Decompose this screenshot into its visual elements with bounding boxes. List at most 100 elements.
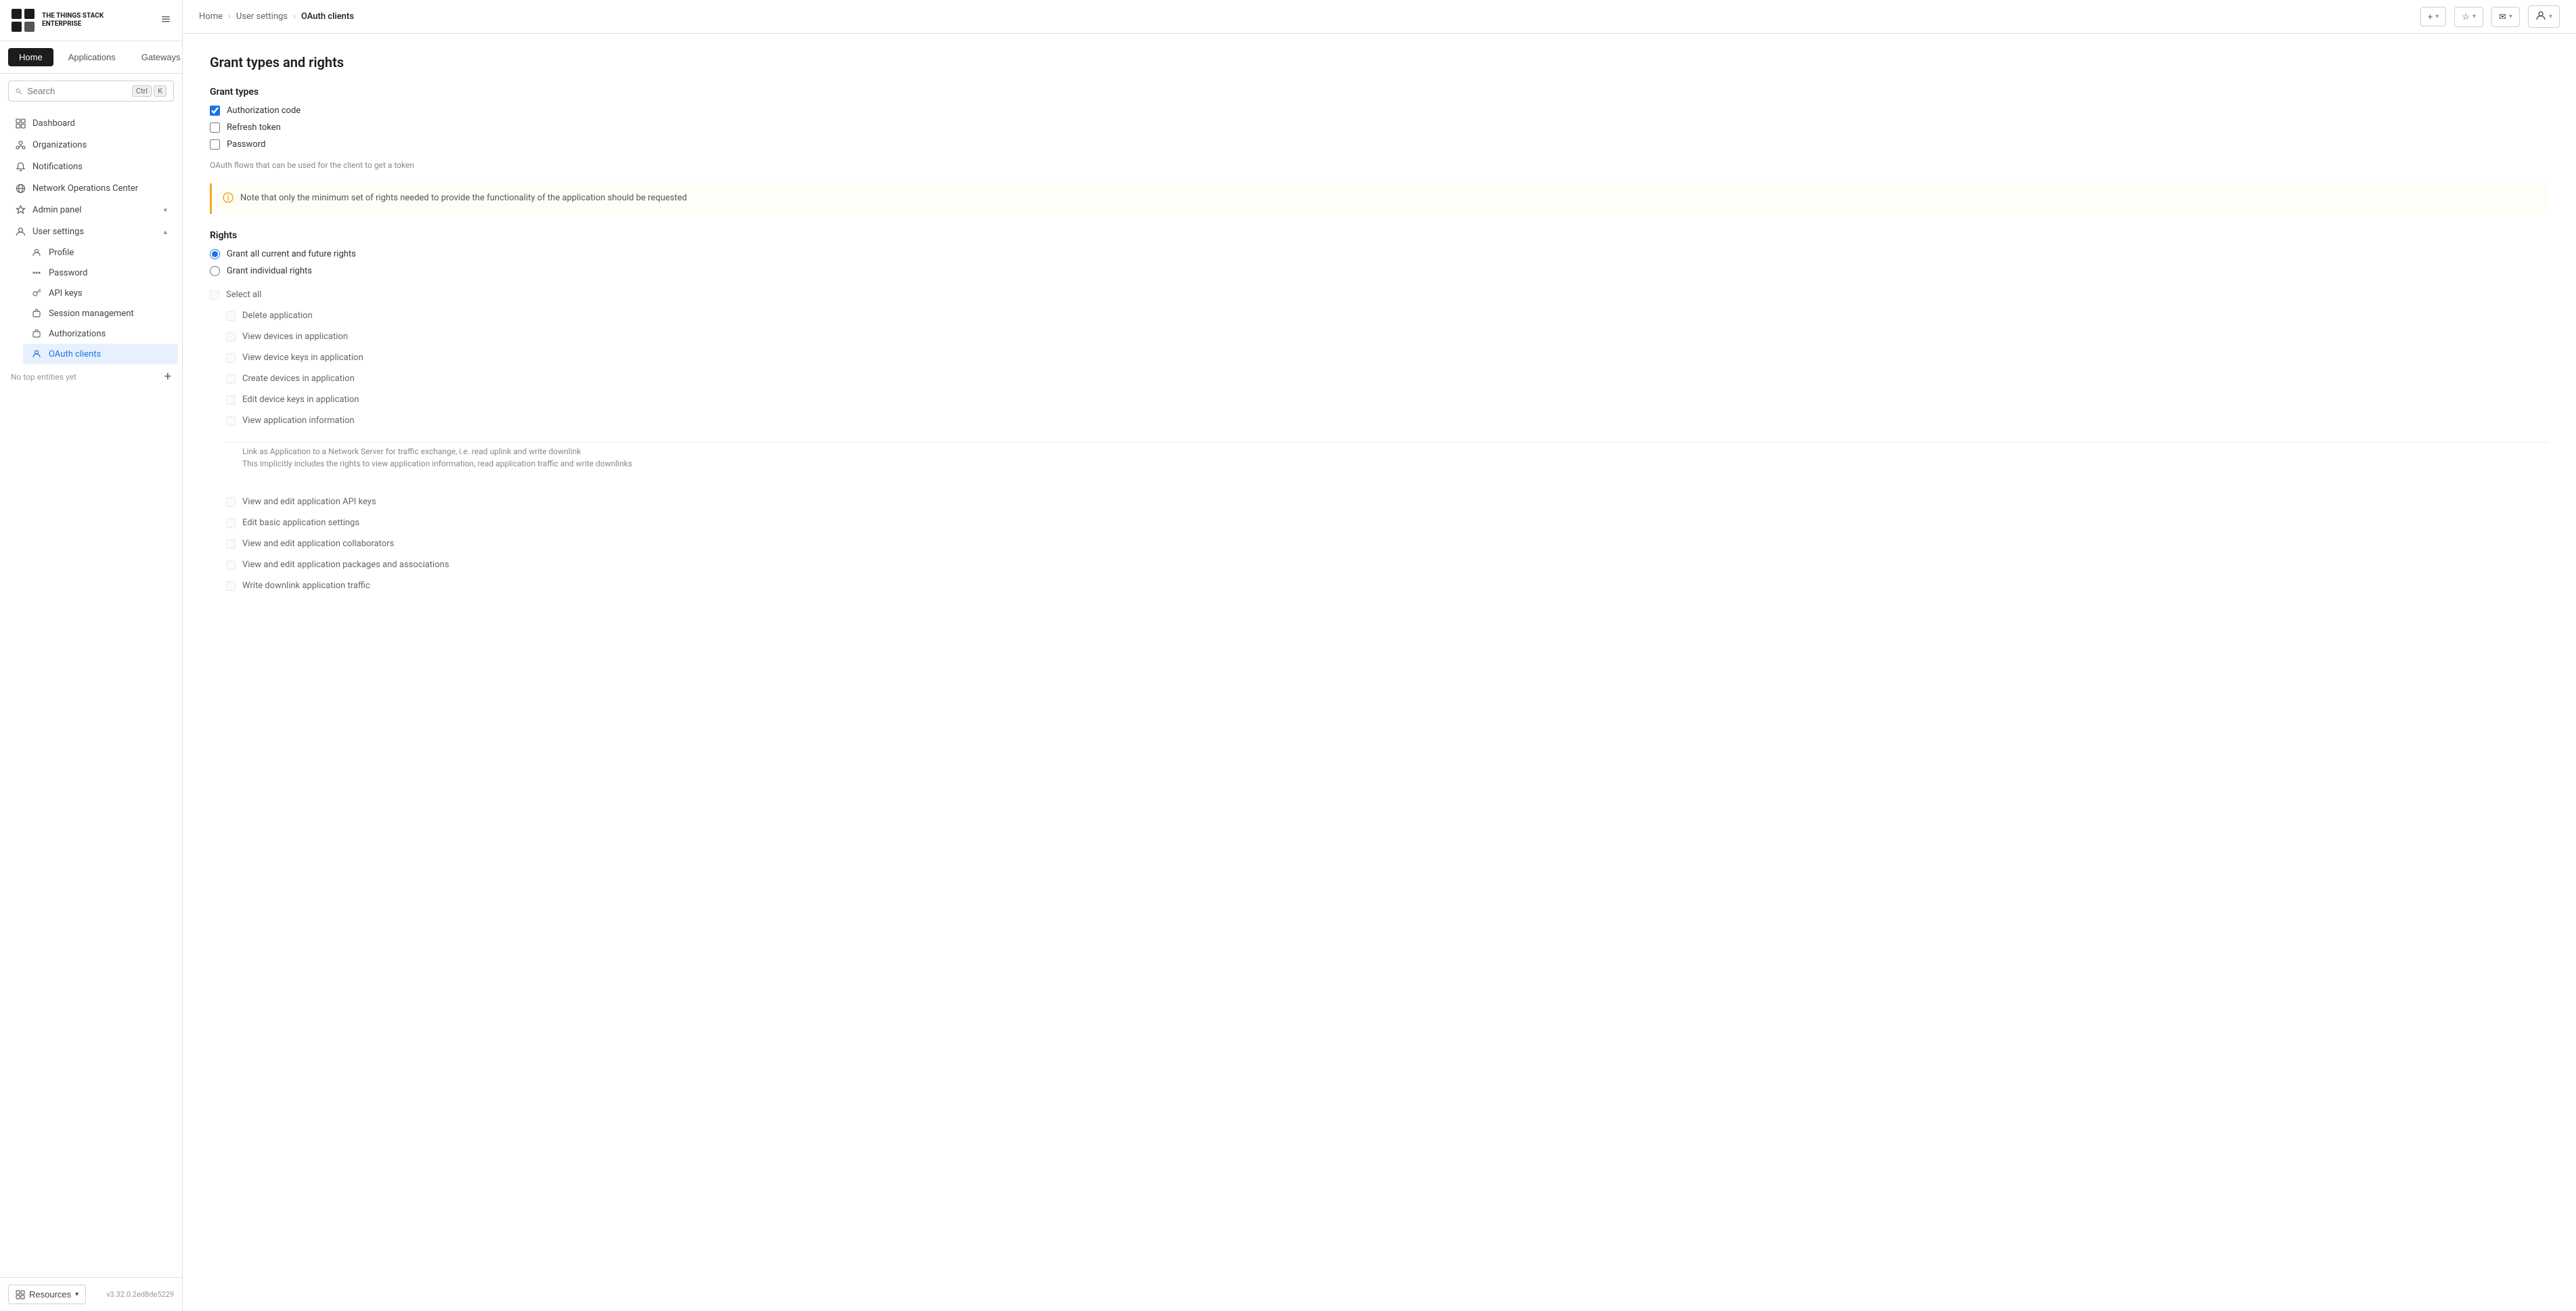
- view-devices-input[interactable]: [226, 332, 236, 342]
- authorization-code-input[interactable]: [210, 106, 220, 116]
- sidebar-item-password[interactable]: Password: [23, 263, 178, 283]
- topbar-actions: + ▾ ☆ ▾ ✉ ▾ ▾: [2420, 5, 2560, 28]
- sidebar-item-label: Admin panel: [32, 205, 81, 215]
- user-settings-icon: [15, 226, 26, 237]
- applications-nav-btn[interactable]: Applications: [58, 48, 127, 66]
- view-edit-packages-input[interactable]: [226, 560, 236, 570]
- breadcrumb-current: OAuth clients: [301, 12, 354, 22]
- version-text: v3.32.0.2ed8de5229: [106, 1290, 174, 1299]
- network-server-group: Link as Application to a Network Server …: [210, 442, 2549, 478]
- edit-device-keys-checkbox[interactable]: Edit device keys in application: [210, 392, 2549, 407]
- view-edit-collaborators-input[interactable]: [226, 539, 236, 549]
- sidebar-item-user-settings[interactable]: User settings ▴: [4, 221, 178, 242]
- chevron-down-icon: ▾: [2435, 13, 2439, 20]
- search-bar[interactable]: Ctrl K: [8, 81, 174, 102]
- breadcrumb-separator: ›: [293, 12, 296, 22]
- bookmarks-button[interactable]: ☆ ▾: [2454, 7, 2483, 27]
- sidebar: THE THINGS STACK ENTERPRISE Home Applica…: [0, 0, 183, 1311]
- sidebar-item-authorizations[interactable]: Authorizations: [23, 324, 178, 344]
- sidebar-item-label: API keys: [49, 288, 83, 298]
- search-shortcut: Ctrl K: [132, 85, 166, 97]
- chevron-down-icon: ▾: [2549, 13, 2552, 20]
- app-title: THE THINGS STACK ENTERPRISE: [42, 12, 104, 28]
- view-application-info-input[interactable]: [226, 416, 236, 426]
- password-input[interactable]: [210, 139, 220, 150]
- view-edit-collaborators-checkbox[interactable]: View and edit application collaborators: [210, 536, 2549, 552]
- chevron-down-icon: ▾: [163, 206, 167, 215]
- sidebar-footer: Resources ▾ v3.32.0.2ed8de5229: [0, 1277, 182, 1311]
- edit-device-keys-input[interactable]: [226, 395, 236, 405]
- add-button[interactable]: + ▾: [2420, 7, 2447, 26]
- grant-all-input[interactable]: [210, 249, 220, 259]
- info-icon: [223, 192, 234, 206]
- grant-individual-input[interactable]: [210, 266, 220, 276]
- mail-button[interactable]: ✉ ▾: [2491, 7, 2520, 27]
- mail-icon: ✉: [2499, 12, 2506, 22]
- api-keys-icon: [31, 288, 42, 298]
- admin-icon: [15, 204, 26, 215]
- view-device-keys-input[interactable]: [226, 353, 236, 363]
- refresh-token-checkbox[interactable]: Refresh token: [210, 123, 2549, 133]
- breadcrumb-home[interactable]: Home: [199, 12, 223, 22]
- password-icon: [31, 267, 42, 278]
- write-downlink-checkbox[interactable]: Write downlink application traffic: [210, 578, 2549, 594]
- select-all-input[interactable]: [210, 290, 219, 300]
- view-edit-api-keys-checkbox[interactable]: View and edit application API keys: [210, 494, 2549, 510]
- edit-basic-settings-checkbox[interactable]: Edit basic application settings: [210, 515, 2549, 531]
- sidebar-item-label: Authorizations: [49, 329, 106, 339]
- delete-application-input[interactable]: [226, 311, 236, 321]
- logo-area: THE THINGS STACK ENTERPRISE: [0, 0, 182, 41]
- rights-radio-group: Grant all current and future rights Gran…: [210, 249, 2549, 276]
- search-input[interactable]: [27, 86, 127, 96]
- sidebar-item-notifications[interactable]: Notifications: [4, 156, 178, 177]
- view-edit-packages-checkbox[interactable]: View and edit application packages and a…: [210, 557, 2549, 573]
- info-banner: Note that only the minimum set of rights…: [210, 183, 2549, 214]
- sidebar-item-label: Session management: [49, 309, 134, 319]
- sidebar-item-api-keys[interactable]: API keys: [23, 283, 178, 303]
- top-nav-buttons: Home Applications Gateways: [0, 41, 182, 74]
- select-all-checkbox[interactable]: Select all: [210, 287, 2549, 303]
- no-top-entities: No top entities yet +: [0, 364, 182, 389]
- sidebar-item-oauth-clients[interactable]: OAuth clients: [23, 344, 178, 364]
- breadcrumb-user-settings[interactable]: User settings: [236, 12, 288, 22]
- view-application-info-checkbox[interactable]: View application information: [210, 413, 2549, 428]
- star-icon: ☆: [2462, 12, 2470, 22]
- add-top-entity-btn[interactable]: +: [164, 370, 171, 384]
- resources-button[interactable]: Resources ▾: [8, 1285, 86, 1304]
- sidebar-item-session-management[interactable]: Session management: [23, 303, 178, 324]
- sidebar-item-profile[interactable]: Profile: [23, 242, 178, 263]
- network-server-description: Link as Application to a Network Server …: [226, 442, 2549, 472]
- breadcrumb-separator: ›: [228, 12, 231, 22]
- grant-all-radio[interactable]: Grant all current and future rights: [210, 249, 2549, 259]
- sidebar-item-organizations[interactable]: Organizations: [4, 134, 178, 156]
- write-downlink-input[interactable]: [226, 581, 236, 591]
- chevron-down-icon: ▾: [2509, 13, 2512, 20]
- delete-application-checkbox[interactable]: Delete application: [210, 308, 2549, 324]
- edit-basic-settings-input[interactable]: [226, 518, 236, 528]
- password-checkbox[interactable]: Password: [210, 139, 2549, 150]
- home-nav-btn[interactable]: Home: [8, 48, 53, 66]
- sidebar-item-network-ops[interactable]: Network Operations Center: [4, 177, 178, 199]
- user-profile-button[interactable]: ▾: [2528, 5, 2560, 28]
- sidebar-item-dashboard[interactable]: Dashboard: [4, 112, 178, 134]
- collapse-sidebar-btn[interactable]: [160, 14, 171, 27]
- view-edit-api-keys-input[interactable]: [226, 497, 236, 507]
- grant-individual-radio[interactable]: Grant individual rights: [210, 266, 2549, 276]
- authorizations-icon: [31, 328, 42, 339]
- create-devices-checkbox[interactable]: Create devices in application: [210, 371, 2549, 386]
- resources-label: Resources: [29, 1289, 71, 1299]
- gateways-nav-btn[interactable]: Gateways: [131, 48, 183, 66]
- view-devices-checkbox[interactable]: View devices in application: [210, 329, 2549, 345]
- session-icon: [31, 308, 42, 319]
- refresh-token-input[interactable]: [210, 123, 220, 133]
- view-device-keys-checkbox[interactable]: View device keys in application: [210, 350, 2549, 365]
- sidebar-item-label: User settings: [32, 227, 84, 237]
- authorization-code-checkbox[interactable]: Authorization code: [210, 106, 2549, 116]
- user-icon: [2535, 10, 2546, 23]
- sidebar-item-admin-panel[interactable]: Admin panel ▾: [4, 199, 178, 221]
- create-devices-input[interactable]: [226, 374, 236, 384]
- main-area: Home › User settings › OAuth clients + ▾…: [183, 0, 2576, 1311]
- chevron-up-icon: ▴: [163, 227, 167, 236]
- sidebar-item-label: Network Operations Center: [32, 183, 138, 194]
- grant-types-label: Grant types: [210, 87, 2549, 97]
